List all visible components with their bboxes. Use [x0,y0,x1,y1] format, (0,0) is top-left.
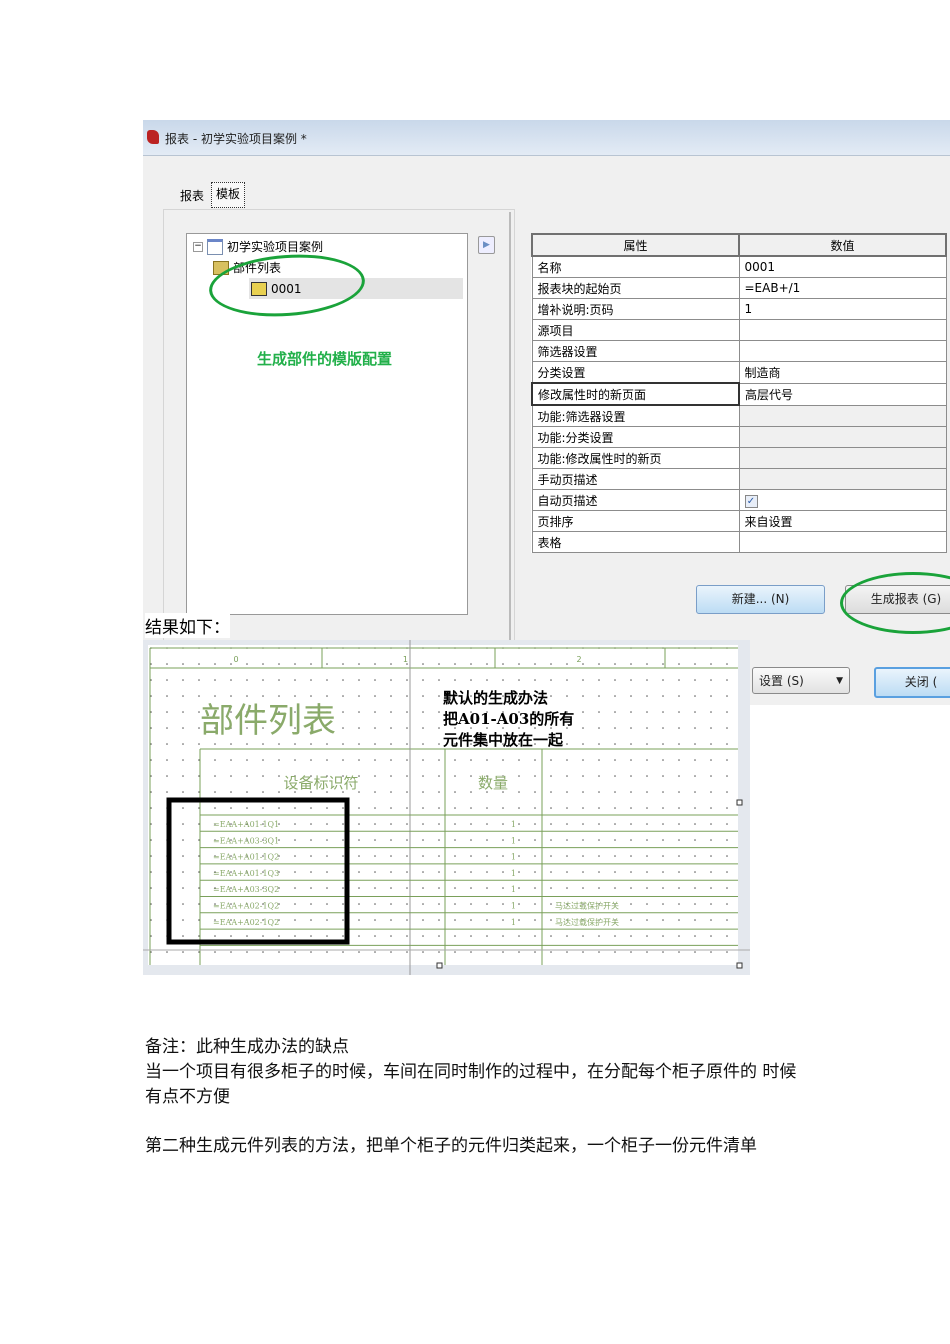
property-name: 修改属性时的新页面 [531,382,740,406]
property-value[interactable] [738,319,947,341]
row-device-id: =EAA+A03-3Q2 [213,885,279,894]
note-line-3: 元件集中放在一起 [443,731,564,749]
property-row[interactable]: 筛选器设置 [531,340,947,362]
close-button[interactable]: 关闭 ( [874,667,950,698]
properties-table: 属性 数值 名称 0001 报表块的起始页 =EAB+/1 增补说明:页码 1 源项目 筛选器… [531,233,947,553]
auto-page-checkbox[interactable]: ✓ [744,494,758,508]
property-row[interactable]: 手动页描述 [531,468,947,490]
property-name: 报表块的起始页 [531,277,740,299]
row-device-id: =EAA+A02-1Q2 [213,902,279,911]
property-row[interactable]: 表格 [531,531,947,553]
report-dialog-screenshot: 报表 - 初学实验项目案例 * 报表 模板 − 初学实验项目案例 部件列表 00… [143,120,950,705]
resize-handle[interactable] [436,962,443,969]
resize-handle[interactable] [736,799,743,806]
header-value: 数值 [738,233,947,257]
property-value[interactable]: ✓ [738,489,947,511]
property-value[interactable]: 高层代号 [738,382,947,406]
row-device-id: =EAA+A03-3Q1 [213,836,279,845]
property-name: 筛选器设置 [531,340,740,362]
col-header-device-id: 设备标识符 [283,774,358,792]
row-description: 马达过载保护开关 [555,901,619,911]
row-quantity: 1 [511,853,516,862]
ruler-0: 0 [233,655,238,664]
property-name: 表格 [531,531,740,553]
property-value[interactable]: 制造商 [738,361,947,384]
property-name: 功能:修改属性时的新页 [531,447,740,469]
property-row[interactable]: 分类设置 制造商 [531,361,947,384]
title-bar: 报表 - 初学实验项目案例 * [143,120,950,156]
property-row[interactable]: 源项目 [531,319,947,341]
row-device-id: =EAA+A01-1Q3 [213,869,279,878]
annotation-text: 生成部件的模版配置 [257,350,393,368]
property-row[interactable]: 功能:分类设置 [531,426,947,448]
property-name: 名称 [531,255,740,278]
property-value[interactable] [738,447,947,469]
ruler-1: 1 [403,655,408,664]
remark-title: 备注：此种生成办法的缺点 [145,1037,349,1057]
resize-handle[interactable] [736,962,743,969]
property-name: 手动页描述 [531,468,740,490]
property-value[interactable]: 来自设置 [738,510,947,532]
col-header-quantity: 数量 [478,774,508,792]
collapse-icon[interactable]: − [193,241,203,252]
property-value[interactable] [738,404,947,427]
property-row[interactable]: 功能:修改属性时的新页 [531,447,947,469]
tree-root-label: 初学实验项目案例 [227,240,324,254]
row-device-id: =EAA+A01-1Q2 [213,853,279,862]
expand-arrow-button[interactable]: ▶ [478,236,495,254]
settings-dropdown[interactable]: 设置 (S) ▼ [752,667,850,694]
result-label: 结果如下： [145,613,230,638]
property-name: 功能:筛选器设置 [531,404,740,427]
ruler-2: 2 [576,655,581,664]
new-button[interactable]: 新建... (N) [696,585,825,614]
property-name: 功能:分类设置 [531,426,740,448]
note-line-2: 把A01-A03的所有 [443,710,574,728]
report-title: 部件列表 [200,701,336,741]
property-value[interactable] [738,340,947,362]
remark-body: 当一个项目有很多柜子的时候，车间在同时制作的过程中，在分配每个柜子原件的 时候有… [145,1062,797,1107]
property-row[interactable]: 功能:筛选器设置 [531,404,947,427]
property-name: 页排序 [531,510,740,532]
report-preview-screenshot: 0 1 2 部件列表 默认的生成办法 把A01-A03的所有 元件集中放在一起 … [143,640,750,975]
property-value[interactable]: 1 [738,298,947,320]
window-title: 报表 - 初学实验项目案例 * [165,132,307,146]
property-row[interactable]: 报表块的起始页 =EAB+/1 [531,277,947,299]
property-name: 分类设置 [531,361,740,384]
header-property: 属性 [531,233,740,257]
chevron-down-icon: ▼ [836,676,843,686]
tab-template[interactable]: 模板 [211,182,246,208]
property-value[interactable] [738,426,947,448]
row-description: 马达过载保护开关 [555,917,619,927]
settings-label: 设置 (S) [759,674,804,688]
row-quantity: 1 [511,918,516,927]
property-name: 自动页描述 [531,489,740,511]
row-quantity: 1 [511,869,516,878]
highlight-ellipse-generate [840,572,950,634]
second-method: 第二种生成元件列表的方法，把单个柜子的元件归类起来，一个柜子一份元件清单 [145,1136,757,1156]
tab-report[interactable]: 报表 [175,184,209,207]
splitter[interactable] [509,212,511,705]
property-value[interactable]: 0001 [738,255,947,278]
row-quantity: 1 [511,902,516,911]
property-row[interactable]: 自动页描述 ✓ [531,489,947,511]
row-device-id: =EAA+A02-1Q2 [213,918,279,927]
row-quantity: 1 [511,885,516,894]
row-quantity: 1 [511,820,516,829]
project-icon [207,238,223,255]
property-value[interactable] [738,468,947,490]
property-value[interactable] [738,531,947,553]
property-row[interactable]: 名称 0001 [531,255,947,278]
property-row[interactable]: 增补说明:页码 1 [531,298,947,320]
note-line-1: 默认的生成办法 [443,689,548,707]
app-icon [147,130,159,144]
tree-root[interactable]: − 初学实验项目案例 [193,238,323,255]
property-value[interactable]: =EAB+/1 [738,277,947,299]
property-row[interactable]: 页排序 来自设置 [531,510,947,532]
property-name: 增补说明:页码 [531,298,740,320]
document-page: 报表 - 初学实验项目案例 * 报表 模板 − 初学实验项目案例 部件列表 00… [0,0,950,1344]
row-quantity: 1 [511,836,516,845]
row-device-id: =EAA+A01-1Q1 [213,820,279,829]
property-name: 源项目 [531,319,740,341]
property-row[interactable]: 修改属性时的新页面 高层代号 [531,382,947,406]
